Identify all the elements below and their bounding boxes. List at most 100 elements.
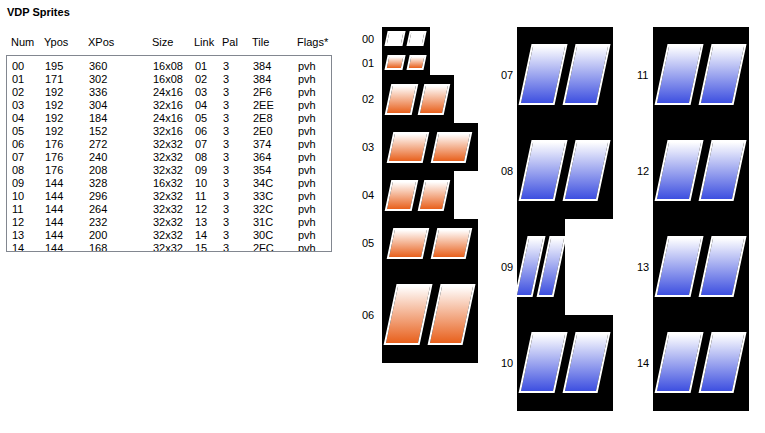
table-cell: 3 xyxy=(223,216,253,229)
table-cell: 16x08 xyxy=(153,73,195,86)
sprite-label: 04 xyxy=(362,189,382,201)
table-row[interactable]: 0817620832x32093354pvh xyxy=(7,164,331,177)
table-cell: 3 xyxy=(223,73,253,86)
table-cell: 152 xyxy=(89,125,153,138)
sprite-preview[interactable]: 02 xyxy=(362,75,478,123)
sprite-glyph xyxy=(518,44,568,105)
table-cell: pvh xyxy=(298,229,331,242)
sprite-preview[interactable]: 12 xyxy=(637,123,749,219)
sprite-preview[interactable]: 08 xyxy=(501,123,613,219)
table-cell: 364 xyxy=(253,151,298,164)
table-cell: 01 xyxy=(195,60,223,73)
table-cell: 272 xyxy=(89,138,153,151)
sprite-label: 06 xyxy=(362,309,382,321)
table-row[interactable]: 0319230432x160432EEpvh xyxy=(7,99,331,112)
table-cell: 374 xyxy=(253,138,298,151)
table-row[interactable]: 1214423232x3213331Cpvh xyxy=(7,216,331,229)
table-cell: 32x32 xyxy=(153,138,195,151)
table-cell: pvh xyxy=(298,190,331,203)
table-cell: 200 xyxy=(89,229,153,242)
sprite-preview[interactable]: 07 xyxy=(501,27,613,123)
table-cell: 09 xyxy=(12,177,45,190)
sprite-list[interactable]: 0019536016x08013384pvh0117130216x0802338… xyxy=(6,55,332,252)
table-cell: 144 xyxy=(45,203,89,216)
table-cell: 06 xyxy=(12,138,45,151)
sprite-glyph xyxy=(418,84,450,115)
table-row[interactable]: 0419218424x160532E8pvh xyxy=(7,112,331,125)
table-cell: pvh xyxy=(298,60,331,73)
table-cell: 32x32 xyxy=(153,164,195,177)
sprite-label: 12 xyxy=(637,165,653,177)
sprite-preview[interactable]: 11 xyxy=(637,27,749,123)
sprite-preview[interactable]: 01 xyxy=(362,51,478,75)
table-cell: 176 xyxy=(45,151,89,164)
sprite-image xyxy=(382,171,454,219)
table-cell: 06 xyxy=(195,125,223,138)
preview-column: 07080910 xyxy=(501,0,613,433)
table-row[interactable]: 1314420032x3214330Cpvh xyxy=(7,229,331,242)
table-cell: 328 xyxy=(89,177,153,190)
column-header[interactable]: Tile xyxy=(252,34,297,51)
table-cell: 3 xyxy=(223,203,253,216)
table-cell: 264 xyxy=(89,203,153,216)
sprite-preview[interactable]: 13 xyxy=(637,219,749,315)
sprite-glyph xyxy=(698,44,746,105)
table-row[interactable]: 0617627232x32073374pvh xyxy=(7,138,331,151)
sprite-preview[interactable]: 03 xyxy=(362,123,478,171)
column-header[interactable]: XPos xyxy=(88,34,152,51)
column-header[interactable]: Link xyxy=(194,34,222,51)
table-cell: 192 xyxy=(45,112,89,125)
table-row[interactable]: 1014429632x3211333Cpvh xyxy=(7,190,331,203)
column-header[interactable]: Size xyxy=(152,34,194,51)
table-cell: 15 xyxy=(195,242,223,252)
table-cell: 144 xyxy=(45,177,89,190)
table-cell: 08 xyxy=(195,151,223,164)
column-header[interactable]: Ypos xyxy=(44,34,88,51)
table-row[interactable]: 0117130216x08023384pvh xyxy=(7,73,331,86)
table-row[interactable]: 1114426432x3212332Cpvh xyxy=(7,203,331,216)
sprite-preview[interactable]: 14 xyxy=(637,315,749,411)
table-cell: 32x16 xyxy=(153,99,195,112)
sprite-preview[interactable]: 09 xyxy=(501,219,613,315)
sprite-image xyxy=(653,315,749,411)
sprite-glyph xyxy=(562,332,610,393)
sprite-preview[interactable]: 05 xyxy=(362,219,478,267)
table-row[interactable]: 0717624032x32083364pvh xyxy=(7,151,331,164)
sprite-label: 00 xyxy=(362,33,382,45)
column-header[interactable]: Flags* xyxy=(297,34,340,51)
table-cell: 2E8 xyxy=(253,112,298,125)
sprite-preview[interactable]: 04 xyxy=(362,171,478,219)
sprite-image xyxy=(517,27,613,123)
sprite-glyph xyxy=(562,140,610,201)
table-row[interactable]: 0019536016x08013384pvh xyxy=(7,60,331,73)
table-row[interactable]: 0914432816x3210334Cpvh xyxy=(7,177,331,190)
table-cell: 176 xyxy=(45,164,89,177)
table-cell: 03 xyxy=(12,99,45,112)
table-row[interactable]: 0219233624x160332F6pvh xyxy=(7,86,331,99)
sprite-glyph xyxy=(431,228,472,259)
table-cell: 2E0 xyxy=(253,125,298,138)
sprite-glyph xyxy=(654,236,704,297)
sprite-glyph xyxy=(427,284,475,345)
table-cell: 05 xyxy=(12,125,45,138)
table-cell: 24x16 xyxy=(153,86,195,99)
sprite-preview[interactable]: 00 xyxy=(362,27,478,51)
table-cell: 02 xyxy=(195,73,223,86)
sprite-preview[interactable]: 10 xyxy=(501,315,613,411)
sprite-glyph xyxy=(406,31,427,46)
sprite-glyph xyxy=(384,55,405,70)
table-row[interactable]: 1414416832x321532FCpvh xyxy=(7,242,331,252)
table-cell: 32x32 xyxy=(153,190,195,203)
table-cell: 11 xyxy=(195,190,223,203)
sprite-glyph xyxy=(518,332,568,393)
column-header[interactable]: Pal xyxy=(222,34,252,51)
column-header[interactable]: Num xyxy=(11,34,44,51)
table-cell: 04 xyxy=(195,99,223,112)
table-cell: 302 xyxy=(89,73,153,86)
table-cell: 10 xyxy=(12,190,45,203)
table-row[interactable]: 0519215232x160632E0pvh xyxy=(7,125,331,138)
table-cell: 171 xyxy=(45,73,89,86)
sprite-preview[interactable]: 06 xyxy=(362,267,478,363)
sprite-image xyxy=(517,315,613,411)
sprite-label: 01 xyxy=(362,57,382,69)
